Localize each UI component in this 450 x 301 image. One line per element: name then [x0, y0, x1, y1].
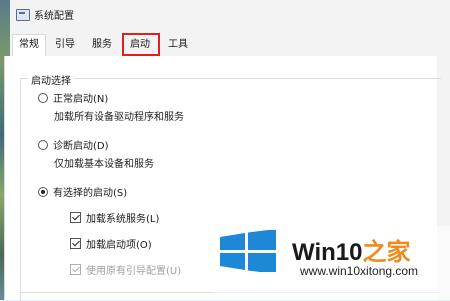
watermark-url: www.win10xitong.com	[300, 264, 419, 278]
use-original-boot-config-checkbox: 使用原有引导配置(U)	[70, 262, 181, 277]
tab-startup[interactable]: 启动	[124, 35, 156, 55]
startup-selection-label: 启动选择	[28, 72, 74, 87]
title-bar: 系统配置	[10, 0, 450, 28]
load-system-services-checkbox[interactable]: 加载系统服务(L)	[70, 210, 159, 225]
normal-startup-description: 加载所有设备驱动程序和服务	[54, 112, 184, 123]
normal-startup-radio[interactable]: 正常启动(N)	[38, 90, 108, 105]
selective-startup-radio[interactable]: 有选择的启动(S)	[38, 184, 127, 199]
checkbox[interactable]	[70, 238, 81, 249]
diagnostic-startup-description: 仅加载基本设备和服务	[54, 159, 154, 170]
windows-logo-icon	[220, 230, 276, 272]
tab-general[interactable]: 常规	[12, 34, 46, 57]
diagnostic-startup-label: 诊断启动(D)	[53, 141, 109, 152]
tab-boot[interactable]: 引导	[50, 35, 80, 55]
checkbox[interactable]	[70, 212, 81, 223]
load-system-services-label: 加载系统服务(L)	[86, 214, 160, 225]
load-startup-items-label: 加载启动项(O)	[86, 240, 152, 251]
brand-main: Win10	[292, 239, 363, 266]
load-startup-items-checkbox[interactable]: 加载启动项(O)	[70, 236, 152, 251]
window-title: 系统配置	[34, 11, 74, 22]
tab-strip: 常规 引导 服务 启动 工具	[4, 34, 434, 57]
watermark-brand: Win10之家	[292, 232, 410, 267]
tab-services[interactable]: 服务	[86, 35, 118, 55]
brand-accent: 之家	[362, 239, 411, 266]
selective-startup-label: 有选择的启动(S)	[53, 188, 128, 199]
use-original-boot-config-label: 使用原有引导配置(U)	[86, 266, 182, 277]
radio-button[interactable]	[38, 139, 48, 150]
radio-button[interactable]	[38, 92, 48, 103]
msconfig-icon	[16, 9, 30, 21]
radio-button-selected[interactable]	[38, 186, 48, 197]
tab-tools[interactable]: 工具	[162, 35, 194, 55]
diagnostic-startup-radio[interactable]: 诊断启动(D)	[38, 137, 109, 152]
checkbox-disabled	[70, 264, 81, 275]
normal-startup-label: 正常启动(N)	[53, 94, 109, 105]
